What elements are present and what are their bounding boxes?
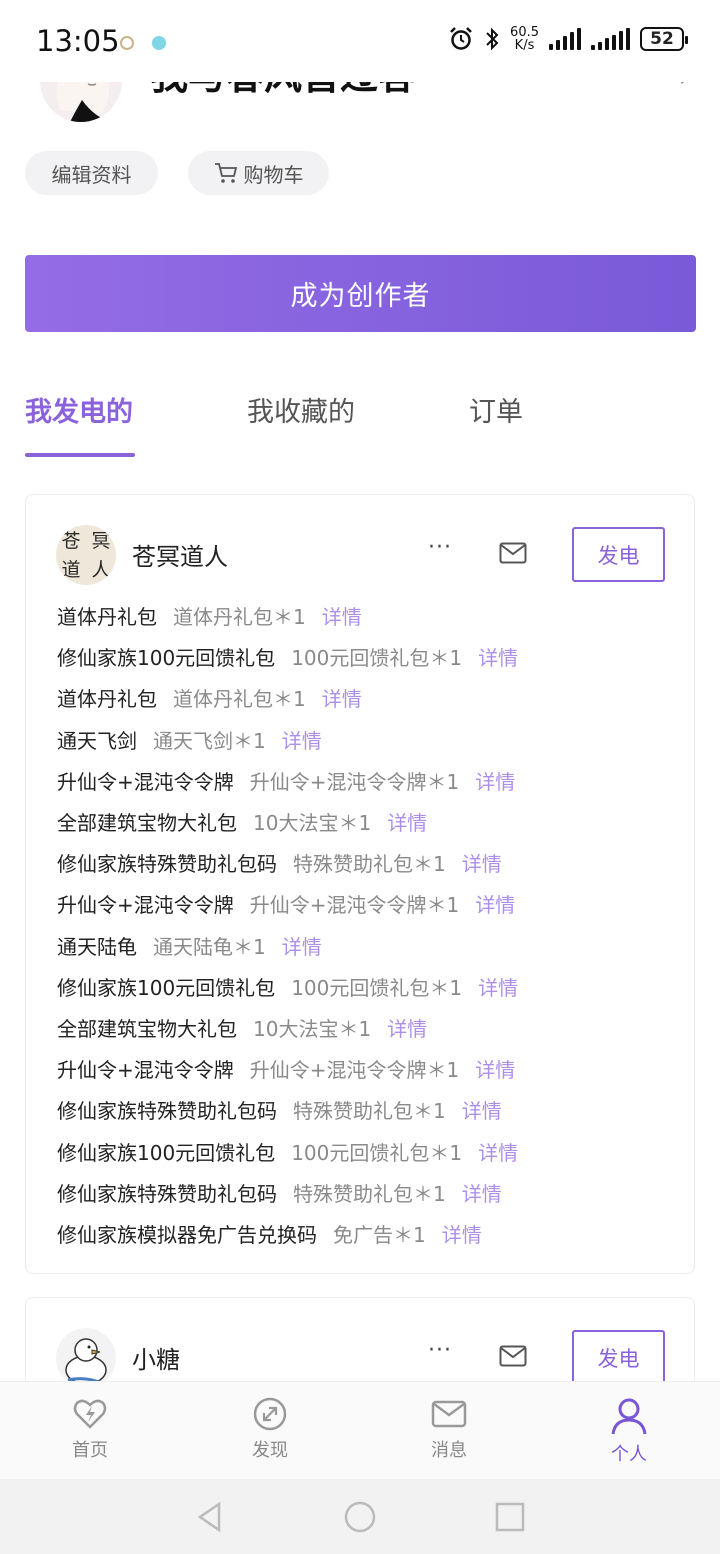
creator-name[interactable]: 苍冥道人: [132, 537, 228, 572]
details-link[interactable]: 详情: [475, 889, 515, 918]
mail-icon[interactable]: [499, 542, 527, 564]
details-link[interactable]: 详情: [462, 848, 502, 877]
details-link[interactable]: 详情: [322, 601, 362, 630]
mail-icon[interactable]: [499, 1345, 527, 1367]
app-notification-icon: [120, 36, 134, 50]
power-button[interactable]: 发电: [572, 1330, 665, 1385]
tab-powered[interactable]: 我发电的: [25, 390, 133, 429]
details-link[interactable]: 详情: [462, 1178, 502, 1207]
bottom-nav: 首页 发现 消息 个人: [0, 1381, 720, 1479]
status-bar: 13:05 60.5 K/s 52: [0, 0, 720, 82]
reward-list: 道体丹礼包 道体丹礼包＊1 详情 修仙家族100元回馈礼包 100元回馈礼包＊1 详情 …: [57, 595, 518, 1254]
details-link[interactable]: 详情: [322, 683, 362, 712]
back-icon[interactable]: [195, 1501, 225, 1533]
signal-icon: [591, 28, 630, 50]
details-link[interactable]: 详情: [475, 766, 515, 795]
creator-card: 苍 冥 道 人 苍冥道人 ··· 发电 道体丹礼包 道体丹礼包＊1 详情 修仙家族1…: [25, 494, 695, 1274]
details-link[interactable]: 详情: [387, 807, 427, 836]
more-icon[interactable]: ···: [428, 535, 452, 560]
cart-icon: [214, 163, 237, 183]
list-item: 全部建筑宝物大礼包 10大法宝＊1 详情: [57, 801, 518, 842]
more-icon[interactable]: ···: [428, 1338, 452, 1363]
creator-avatar[interactable]: 苍 冥 道 人: [56, 525, 116, 585]
nav-home[interactable]: 首页: [40, 1396, 140, 1462]
nav-profile[interactable]: 个人: [579, 1396, 679, 1466]
list-item: 修仙家族特殊赞助礼包码 特殊赞助礼包＊1 详情: [57, 1172, 518, 1213]
status-time: 13:05: [36, 24, 120, 58]
tab-favorites[interactable]: 我收藏的: [247, 390, 355, 429]
list-item: 修仙家族100元回馈礼包 100元回馈礼包＊1 详情: [57, 1130, 518, 1171]
list-item: 修仙家族模拟器免广告兑换码 免广告＊1 详情: [57, 1213, 518, 1254]
details-link[interactable]: 详情: [478, 972, 518, 1001]
nav-discover[interactable]: 发现: [220, 1396, 320, 1462]
details-link[interactable]: 详情: [478, 642, 518, 671]
status-right: 60.5 K/s 52: [448, 25, 688, 53]
details-link[interactable]: 详情: [442, 1219, 482, 1248]
list-item: 通天陆龟 通天陆龟＊1 详情: [57, 925, 518, 966]
list-item: 道体丹礼包 道体丹礼包＊1 详情: [57, 677, 518, 718]
tab-underline: [25, 453, 135, 457]
home-icon[interactable]: [343, 1500, 377, 1534]
nav-messages[interactable]: 消息: [399, 1396, 499, 1462]
card-header: 苍 冥 道 人 苍冥道人 ··· 发电: [56, 525, 666, 585]
list-item: 升仙令+混沌令令牌 升仙令+混沌令令牌＊1 详情: [57, 760, 518, 801]
tab-orders[interactable]: 订单: [469, 390, 523, 429]
details-link[interactable]: 详情: [387, 1013, 427, 1042]
list-item: 升仙令+混沌令令牌 升仙令+混沌令令牌＊1 详情: [57, 1048, 518, 1089]
list-item: 修仙家族100元回馈礼包 100元回馈礼包＊1 详情: [57, 636, 518, 677]
details-link[interactable]: 详情: [462, 1095, 502, 1124]
become-creator-button[interactable]: 成为创作者: [25, 255, 696, 332]
duck-avatar-icon: [65, 1338, 107, 1386]
cart-button[interactable]: 购物车: [188, 151, 329, 195]
card-header: 小糖 ··· 发电: [56, 1328, 666, 1388]
net-speed: 60.5 K/s: [510, 25, 539, 53]
power-button[interactable]: 发电: [572, 527, 665, 582]
system-nav-bar: [0, 1479, 720, 1554]
mail-icon: [431, 1400, 467, 1428]
battery-icon: 52: [640, 27, 688, 51]
list-item: 道体丹礼包 道体丹礼包＊1 详情: [57, 595, 518, 636]
details-link[interactable]: 详情: [282, 931, 322, 960]
details-link[interactable]: 详情: [478, 1137, 518, 1166]
app-notification-icon: [152, 36, 166, 50]
discover-icon: [253, 1397, 287, 1431]
details-link[interactable]: 详情: [475, 1054, 515, 1083]
list-item: 修仙家族特殊赞助礼包码 特殊赞助礼包＊1 详情: [57, 1089, 518, 1130]
bluetooth-icon: [486, 27, 499, 51]
alarm-icon: [450, 27, 472, 50]
list-item: 通天飞剑 通天飞剑＊1 详情: [57, 719, 518, 760]
edit-profile-button[interactable]: 编辑资料: [25, 151, 158, 195]
details-link[interactable]: 详情: [282, 725, 322, 754]
person-icon: [611, 1398, 647, 1435]
creator-avatar[interactable]: [56, 1328, 116, 1388]
power-heart-icon: [73, 1399, 107, 1429]
list-item: 修仙家族特殊赞助礼包码 特殊赞助礼包＊1 详情: [57, 842, 518, 883]
signal-icon: [549, 28, 581, 50]
recents-icon[interactable]: [495, 1502, 525, 1532]
creator-name[interactable]: 小糖: [132, 1340, 180, 1375]
list-item: 修仙家族100元回馈礼包 100元回馈礼包＊1 详情: [57, 966, 518, 1007]
list-item: 升仙令+混沌令令牌 升仙令+混沌令令牌＊1 详情: [57, 883, 518, 924]
list-item: 全部建筑宝物大礼包 10大法宝＊1 详情: [57, 1007, 518, 1048]
